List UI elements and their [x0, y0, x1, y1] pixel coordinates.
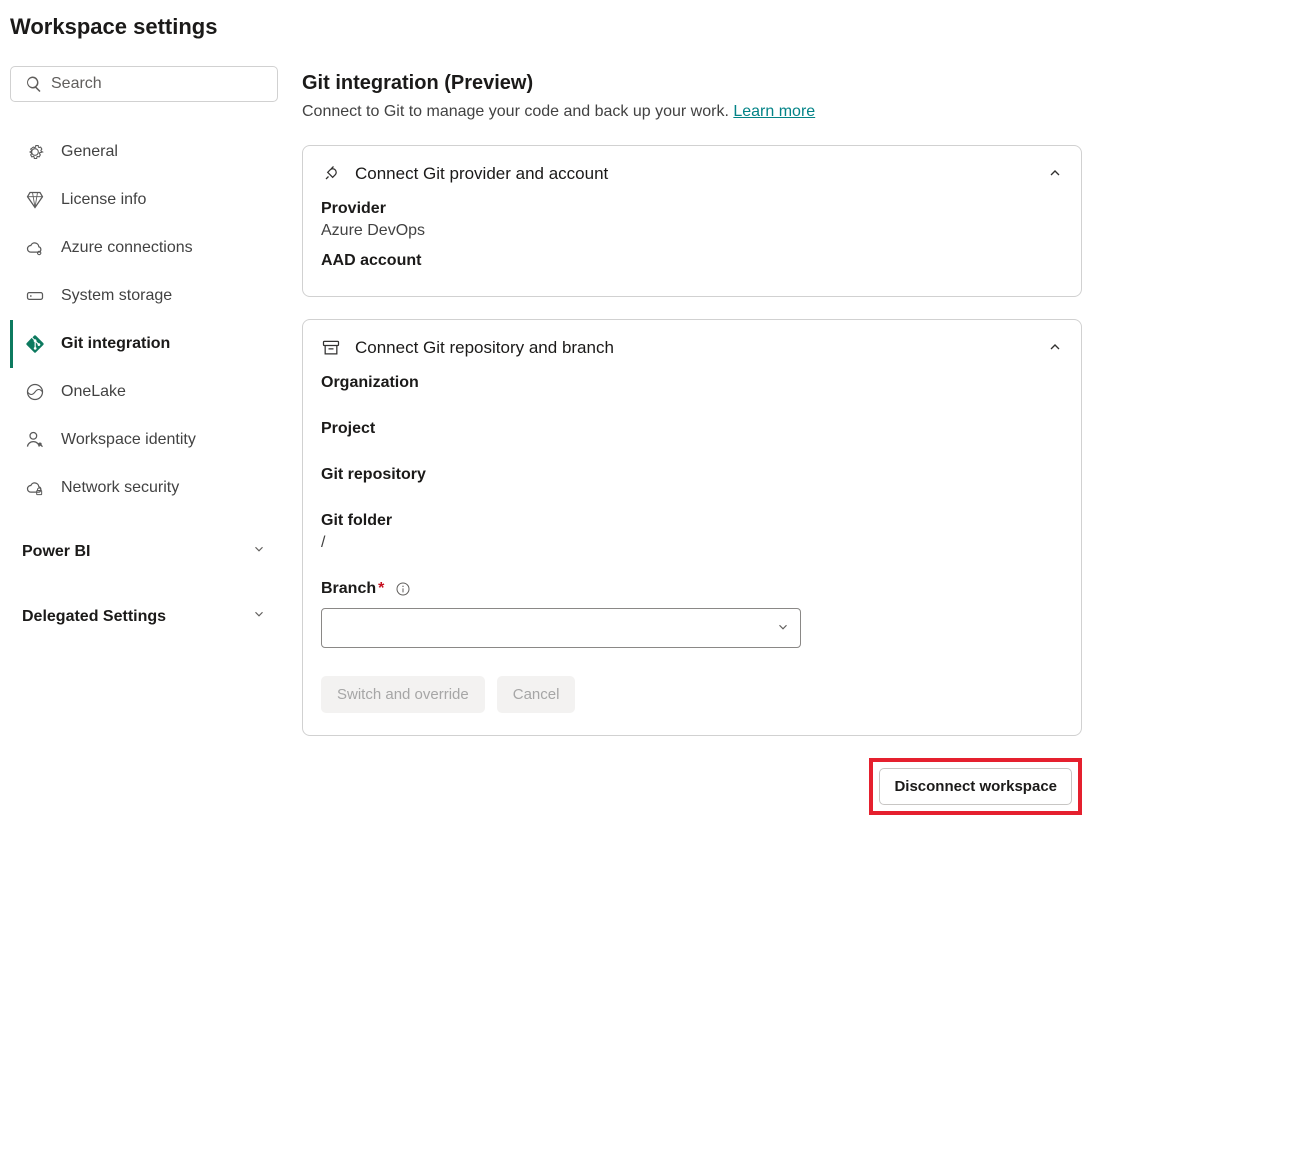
card-git-provider: Connect Git provider and account Provide…	[302, 145, 1082, 297]
sidebar-item-label: System storage	[61, 287, 172, 305]
chevron-up-icon	[1047, 339, 1063, 358]
sidebar-item-onelake[interactable]: OneLake	[10, 368, 278, 416]
sidebar-item-label: OneLake	[61, 383, 126, 401]
sidebar-item-label: Workspace identity	[61, 431, 196, 449]
cloud-lock-icon	[25, 478, 45, 498]
card-header[interactable]: Connect Git repository and branch	[321, 338, 1063, 358]
search-icon	[25, 75, 43, 93]
chevron-down-icon	[252, 542, 266, 561]
switch-override-button: Switch and override	[321, 676, 485, 713]
branch-dropdown[interactable]	[321, 608, 801, 648]
main-content: Git integration (Preview) Connect to Git…	[302, 66, 1082, 815]
sidebar-item-network[interactable]: Network security	[10, 464, 278, 512]
card-title: Connect Git provider and account	[355, 164, 608, 184]
folder-value: /	[321, 534, 1063, 552]
sidebar-item-label: License info	[61, 191, 146, 209]
sidebar-item-identity[interactable]: Workspace identity	[10, 416, 278, 464]
branch-label: Branch*	[321, 580, 1063, 598]
learn-more-link[interactable]: Learn more	[733, 103, 815, 120]
cancel-button: Cancel	[497, 676, 576, 713]
card-title: Connect Git repository and branch	[355, 338, 614, 358]
card-header[interactable]: Connect Git provider and account	[321, 164, 1063, 184]
sidebar-section-label: Delegated Settings	[22, 608, 166, 626]
chevron-down-icon	[776, 620, 790, 637]
sidebar-item-license[interactable]: License info	[10, 176, 278, 224]
search-box[interactable]	[10, 66, 278, 102]
sidebar-item-git[interactable]: Git integration	[10, 320, 278, 368]
sidebar-item-label: Git integration	[61, 335, 170, 353]
sidebar-section-label: Power BI	[22, 543, 90, 561]
highlight-annotation: Disconnect workspace	[869, 758, 1082, 815]
globe-icon	[25, 382, 45, 402]
chevron-up-icon	[1047, 165, 1063, 184]
sidebar-section-powerbi[interactable]: Power BI	[10, 526, 278, 577]
organization-label: Organization	[321, 374, 1063, 392]
repository-label: Git repository	[321, 466, 1063, 484]
sidebar: General License info Azure connections S…	[10, 66, 278, 815]
main-title: Git integration (Preview)	[302, 72, 1082, 95]
disconnect-workspace-button[interactable]: Disconnect workspace	[879, 768, 1072, 805]
sidebar-item-general[interactable]: General	[10, 128, 278, 176]
provider-label: Provider	[321, 200, 1063, 218]
diamond-icon	[25, 190, 45, 210]
storage-icon	[25, 286, 45, 306]
sidebar-item-azure[interactable]: Azure connections	[10, 224, 278, 272]
gear-icon	[25, 142, 45, 162]
chevron-down-icon	[252, 607, 266, 626]
folder-label: Git folder	[321, 512, 1063, 530]
plug-icon	[321, 164, 341, 184]
nav-list: General License info Azure connections S…	[10, 128, 278, 512]
identity-icon	[25, 430, 45, 450]
cloud-link-icon	[25, 238, 45, 258]
search-input[interactable]	[51, 75, 263, 93]
sidebar-item-label: Network security	[61, 479, 179, 497]
provider-value: Azure DevOps	[321, 222, 1063, 240]
project-label: Project	[321, 420, 1063, 438]
info-icon	[395, 581, 411, 597]
main-description: Connect to Git to manage your code and b…	[302, 103, 1082, 121]
required-asterisk: *	[378, 580, 384, 597]
git-icon	[25, 334, 45, 354]
sidebar-item-label: Azure connections	[61, 239, 193, 257]
page-title: Workspace settings	[10, 14, 1280, 40]
account-label: AAD account	[321, 252, 1063, 270]
sidebar-item-storage[interactable]: System storage	[10, 272, 278, 320]
sidebar-item-label: General	[61, 143, 118, 161]
card-git-repo: Connect Git repository and branch Organi…	[302, 319, 1082, 736]
sidebar-section-delegated[interactable]: Delegated Settings	[10, 591, 278, 642]
archive-icon	[321, 338, 341, 358]
